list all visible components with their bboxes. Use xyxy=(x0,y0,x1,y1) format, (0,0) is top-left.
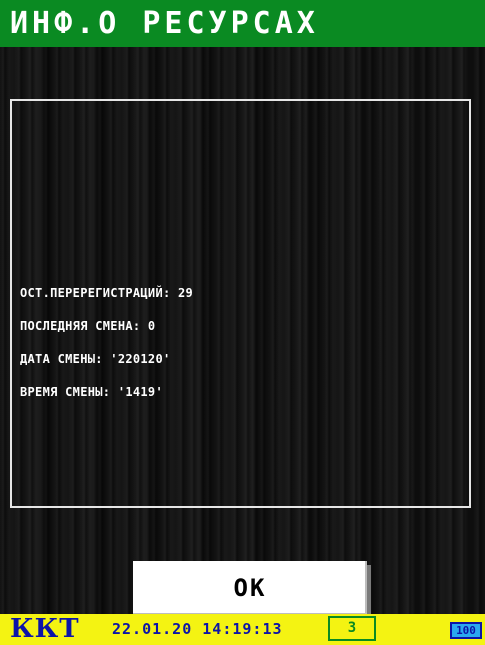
status-bar: ККТ 22.01.20 14:19:13 3 100 xyxy=(0,614,485,645)
main-area: ОСТ.ПЕРЕРЕГИСТРАЦИЙ: 29 ПОСЛЕДНЯЯ СМЕНА:… xyxy=(0,47,485,615)
info-panel: ОСТ.ПЕРЕРЕГИСТРАЦИЙ: 29 ПОСЛЕДНЯЯ СМЕНА:… xyxy=(10,99,471,508)
datetime-display: 22.01.20 14:19:13 xyxy=(112,620,283,638)
counter-badge: 3 xyxy=(328,616,376,641)
info-line-shift-time: ВРЕМЯ СМЕНЫ: '1419' xyxy=(20,385,163,399)
info-line-reregistrations: ОСТ.ПЕРЕРЕГИСТРАЦИЙ: 29 xyxy=(20,286,194,300)
resource-info-text: ОСТ.ПЕРЕРЕГИСТРАЦИЙ: 29 ПОСЛЕДНЯЯ СМЕНА:… xyxy=(20,266,193,420)
battery-icon: 100 xyxy=(450,622,482,639)
info-line-shift-date: ДАТА СМЕНЫ: '220120' xyxy=(20,352,171,366)
ok-button[interactable]: OK xyxy=(133,561,367,615)
kkt-label: ККТ xyxy=(10,614,80,644)
info-line-last-shift: ПОСЛЕДНЯЯ СМЕНА: 0 xyxy=(20,319,156,333)
screen-title: ИНФ.О РЕСУРСАХ xyxy=(0,0,485,47)
